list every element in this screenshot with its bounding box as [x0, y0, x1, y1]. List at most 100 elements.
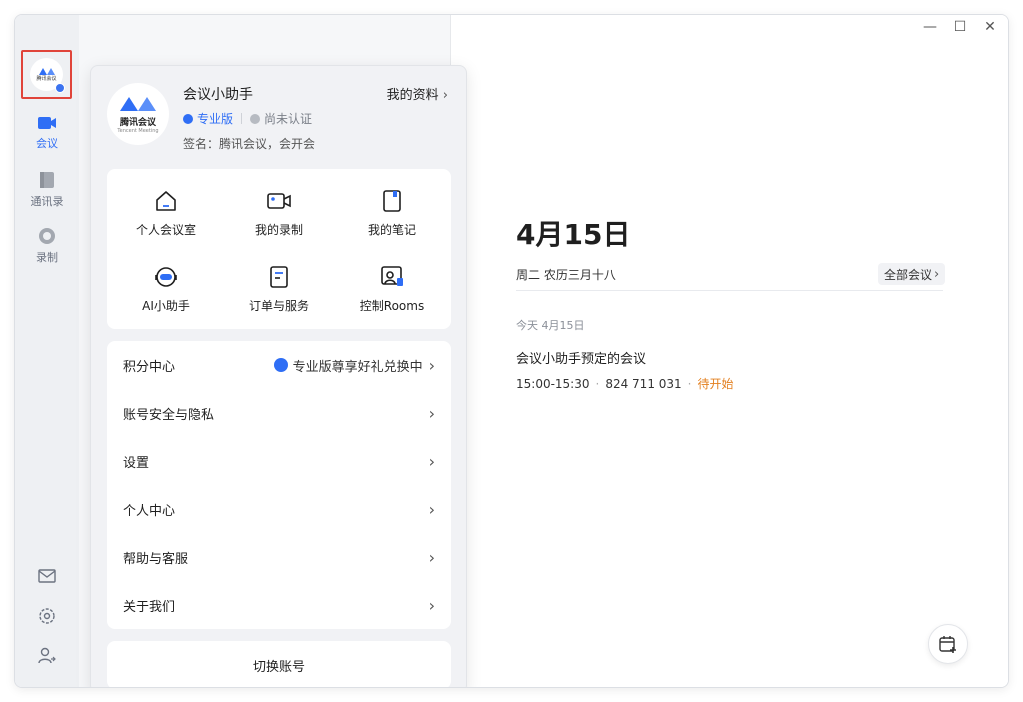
- main-content: — ☐ ✕ 4月15日 周二 农历三月十八 全部会议 › 今天 4月15日 会议…: [451, 15, 1008, 687]
- avatar-brand-text: 腾讯会议: [36, 76, 57, 82]
- minimize-button[interactable]: —: [920, 19, 940, 35]
- nav-meeting[interactable]: 会议: [15, 115, 79, 151]
- date-heading: 4月15日: [516, 218, 631, 251]
- settings-icon[interactable]: [37, 606, 57, 626]
- nav-record[interactable]: 录制: [15, 227, 79, 265]
- grid-item-my-recordings[interactable]: 我的录制: [222, 189, 336, 238]
- chevron-right-icon: ›: [934, 266, 940, 282]
- nav-meeting-label: 会议: [36, 137, 58, 150]
- logo-brand-en-text: Tencent Meeting: [117, 127, 159, 134]
- menu-item-help[interactable]: 帮助与客服 ›: [107, 533, 451, 581]
- edition-badge[interactable]: 专业版: [183, 110, 233, 127]
- menu-item-label: 积分中心: [123, 359, 176, 375]
- chevron-right-icon: ›: [428, 355, 435, 375]
- grid-item-label: 订单与服务: [248, 299, 309, 313]
- my-info-link[interactable]: 我的资料 ›: [387, 84, 448, 103]
- grid-item-orders[interactable]: 订单与服务: [222, 265, 336, 314]
- chevron-right-icon: ›: [428, 499, 435, 519]
- schedule-meeting-button[interactable]: [928, 624, 968, 664]
- ai-assistant-icon: [155, 267, 177, 287]
- nav-contacts[interactable]: 通讯录: [15, 171, 79, 209]
- maximize-button[interactable]: ☐: [950, 19, 970, 35]
- grid-item-ai-assistant[interactable]: AI小助手: [109, 265, 223, 314]
- chevron-right-icon: ›: [428, 403, 435, 423]
- grid-item-label: 我的录制: [254, 223, 303, 237]
- verify-label: 尚未认证: [264, 112, 313, 126]
- pro-badge-icon: [55, 83, 65, 93]
- video-icon: [38, 117, 56, 129]
- logo-brand-text: 腾讯会议: [119, 117, 156, 128]
- rooms-icon: [381, 266, 403, 286]
- menu-item-settings[interactable]: 设置 ›: [107, 437, 451, 485]
- menu-item-points-center[interactable]: 积分中心 专业版尊享好礼兑换中 ›: [107, 341, 451, 389]
- contacts-icon: [40, 172, 54, 188]
- meeting-id: 824 711 031: [605, 376, 682, 391]
- profile-avatar[interactable]: 腾讯会议 Tencent Meeting: [107, 83, 169, 145]
- note-icon: [383, 190, 401, 212]
- grid-item-label: 我的笔记: [367, 223, 416, 237]
- close-button[interactable]: ✕: [980, 19, 1000, 35]
- profile-name: 会议小助手: [183, 87, 253, 103]
- grid-item-label: 个人会议室: [135, 223, 196, 237]
- divider: [516, 290, 943, 291]
- grid-item-label: 控制Rooms: [359, 299, 425, 313]
- chevron-right-icon: ›: [428, 451, 435, 471]
- user-avatar-button[interactable]: 腾讯会议: [21, 50, 72, 99]
- menu-item-label: 设置: [123, 455, 150, 471]
- profile-signature: 签名：腾讯会议，会开会: [183, 137, 316, 151]
- grid-item-label: AI小助手: [142, 299, 190, 313]
- brand-logo-icon: [38, 68, 55, 75]
- menu-item-label: 账号安全与隐私: [123, 407, 215, 423]
- meeting-meta: 15:00-15:30 · 824 711 031 · 待开始: [516, 375, 734, 392]
- menu-item-personal-center[interactable]: 个人中心 ›: [107, 485, 451, 533]
- verify-badge[interactable]: 尚未认证: [250, 110, 312, 127]
- video-record-icon: [267, 193, 291, 209]
- meeting-time: 15:00-15:30: [516, 376, 590, 391]
- nav-record-label: 录制: [36, 251, 58, 264]
- menu-item-about[interactable]: 关于我们 ›: [107, 581, 451, 629]
- home-icon: [156, 191, 176, 211]
- meeting-status: 待开始: [697, 377, 734, 391]
- feature-grid: 个人会议室 我的录制 我的笔记 AI小助手 订单与服务 控制Rooms: [107, 169, 451, 329]
- grid-item-personal-room[interactable]: 个人会议室: [109, 189, 223, 238]
- all-meetings-label: 全部会议: [884, 267, 933, 282]
- profile-popup: 腾讯会议 Tencent Meeting 会议小助手 我的资料 › 专业版 尚未…: [90, 65, 467, 687]
- menu-item-security-privacy[interactable]: 账号安全与隐私 ›: [107, 389, 451, 437]
- settings-menu: 积分中心 专业版尊享好礼兑换中 › 账号安全与隐私 › 设置 › 个人中心 › …: [107, 341, 451, 629]
- promo-icon: [273, 358, 288, 372]
- sidebar: 腾讯会议 会议 通讯录 录制: [15, 15, 79, 687]
- all-meetings-button[interactable]: 全部会议 ›: [878, 263, 946, 285]
- edition-label: 专业版: [197, 112, 234, 126]
- order-icon: [270, 266, 288, 288]
- menu-item-label: 关于我们: [123, 599, 176, 615]
- chevron-right-icon: ›: [428, 547, 435, 567]
- avatar: 腾讯会议: [30, 58, 65, 93]
- mail-icon[interactable]: [37, 566, 57, 586]
- user-switch-icon[interactable]: [37, 646, 57, 666]
- promo-text: 专业版尊享好礼兑换中: [273, 356, 423, 375]
- nav-contacts-label: 通讯录: [30, 195, 64, 208]
- grid-item-control-rooms[interactable]: 控制Rooms: [335, 265, 449, 314]
- day-label: 今天 4月15日: [516, 319, 585, 332]
- profile-tags: 专业版 尚未认证: [183, 110, 312, 127]
- brand-logo-icon: [120, 96, 156, 111]
- promo-label: 专业版尊享好礼兑换中: [292, 359, 423, 375]
- chevron-right-icon: ›: [428, 595, 435, 615]
- verify-icon: [250, 113, 261, 124]
- meeting-title[interactable]: 会议小助手预定的会议: [516, 348, 646, 367]
- my-info-label: 我的资料: [386, 88, 439, 103]
- chevron-right-icon: ›: [442, 88, 448, 103]
- record-icon: [39, 228, 55, 244]
- separator-dot: ·: [595, 376, 600, 391]
- calendar-add-icon: [939, 636, 956, 653]
- menu-item-label: 帮助与客服: [123, 551, 189, 567]
- separator-dot: ·: [687, 376, 692, 391]
- divider: [241, 113, 243, 124]
- switch-account-button[interactable]: 切换账号: [107, 641, 451, 687]
- menu-item-label: 个人中心: [123, 503, 176, 519]
- pro-icon: [183, 113, 193, 124]
- switch-account-label: 切换账号: [252, 659, 305, 675]
- date-subtitle: 周二 农历三月十八: [516, 268, 616, 282]
- grid-item-my-notes[interactable]: 我的笔记: [335, 189, 449, 238]
- app-window: 腾讯会议 会议 通讯录 录制 — ☐ ✕ 4月15日 周二 农历三月十八 全部会…: [14, 14, 1009, 688]
